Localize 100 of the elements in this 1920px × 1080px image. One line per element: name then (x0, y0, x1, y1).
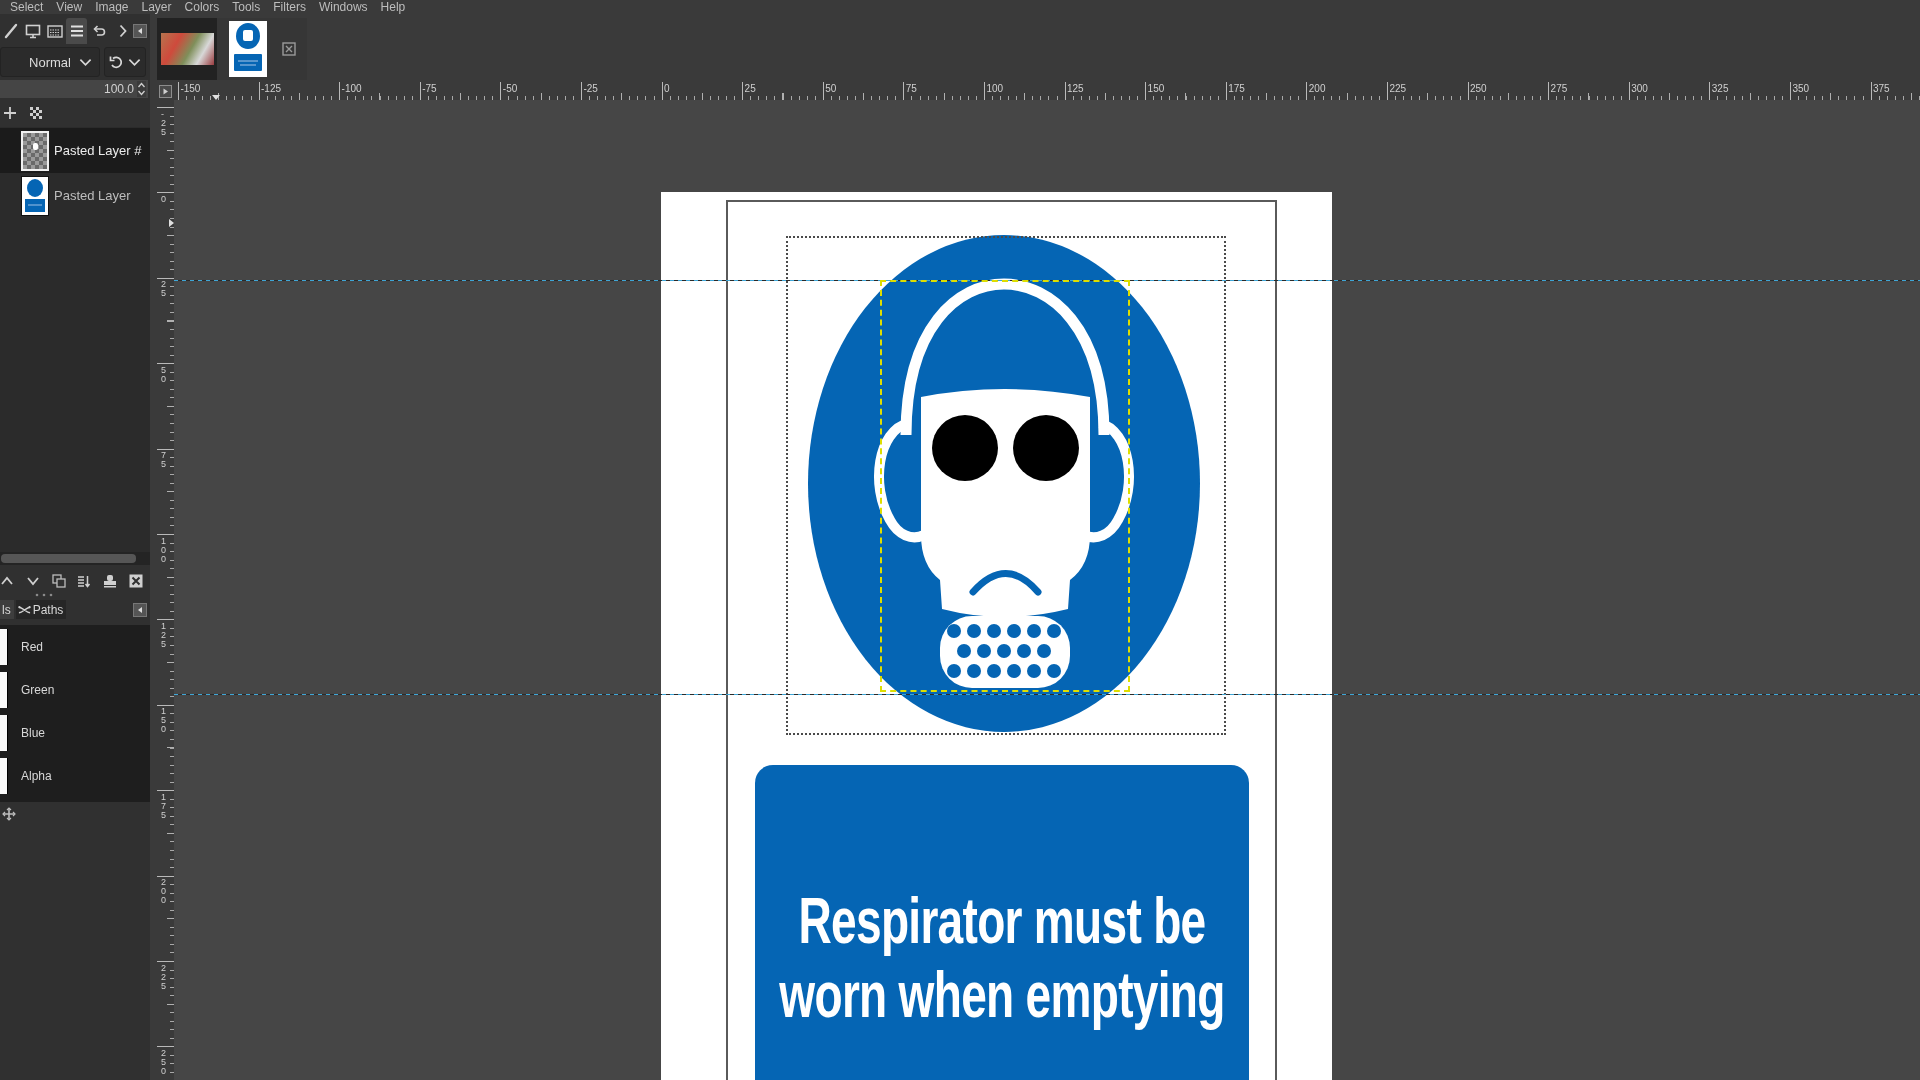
menu-item[interactable]: View (56, 0, 83, 14)
move-cross-icon[interactable] (2, 807, 16, 821)
ruler-label: 25 (161, 280, 167, 299)
channel-thumbnail (0, 757, 8, 794)
grip-handle-icon[interactable] (34, 593, 54, 597)
channel-name: Blue (21, 725, 46, 740)
ruler-label: 250 (1470, 83, 1487, 94)
ruler-label: 300 (1631, 83, 1648, 94)
layer-row[interactable]: Pasted Layer # (0, 128, 150, 173)
ruler-label: 50 (161, 365, 167, 384)
ruler-label: 325 (1711, 83, 1729, 94)
channel-thumbnail (0, 628, 8, 665)
dock-tab[interactable]: Paths (15, 600, 67, 619)
sign-text: Respirator must be worn when emptying (778, 884, 1226, 1032)
channel-row[interactable]: Red (0, 625, 150, 668)
layer-row[interactable]: Pasted Layer (0, 173, 150, 218)
merge-down-icon[interactable] (77, 573, 92, 588)
ruler-label: -100 (341, 83, 362, 94)
ruler-label: -50 (502, 83, 518, 94)
brush-icon (2, 23, 19, 39)
ruler-label: 175 (1228, 83, 1245, 94)
ruler-label: 200 (161, 878, 167, 906)
paths-icon (17, 604, 31, 615)
image-tab[interactable] (217, 18, 307, 80)
menu-item[interactable]: Filters (273, 0, 306, 14)
channel-thumbnail (0, 671, 8, 708)
ruler-label: 0 (161, 195, 167, 204)
chevron-down-icon (128, 57, 141, 67)
ruler-label: 175 (161, 792, 167, 820)
dock-tab[interactable]: ls (0, 600, 14, 619)
composite-mode-dropdown[interactable] (104, 47, 146, 77)
layer-thumbnail (21, 175, 49, 216)
ruler-label: -25 (583, 83, 598, 94)
layers-icon (68, 23, 85, 39)
channel-row[interactable]: Alpha (0, 754, 150, 797)
horizontal-scrollbar[interactable] (0, 552, 150, 565)
ruler-label: 100 (986, 83, 1004, 94)
channel-name: Red (21, 639, 43, 654)
channel-thumbnail (0, 714, 8, 751)
ruler-label: 350 (1792, 83, 1810, 94)
menu-item[interactable]: Layer (141, 0, 172, 14)
close-icon[interactable] (282, 42, 296, 56)
ruler-label: -125 (261, 83, 281, 94)
menu-item[interactable]: Image (95, 0, 129, 14)
menu-item[interactable]: Windows (318, 0, 368, 14)
ruler-label: 275 (1550, 83, 1568, 94)
ruler-label: 25 (744, 83, 756, 94)
ruler-label: 0 (664, 83, 670, 94)
ruler-label: 75 (161, 451, 167, 470)
spin-arrows-icon (137, 81, 146, 97)
channel-row[interactable]: Green (0, 668, 150, 711)
pointer-marker-icon (169, 219, 174, 227)
ruler-label: 150 (1147, 83, 1165, 94)
ruler-label: 75 (905, 83, 917, 94)
layer-thumbnail (21, 130, 49, 171)
channel-name: Alpha (21, 768, 52, 783)
guide-line[interactable] (174, 694, 1920, 695)
duplicate-icon[interactable] (51, 573, 66, 588)
layer-name: Pasted Layer (54, 188, 131, 203)
ruler-label: -25 (161, 109, 167, 137)
dock-menu-icon[interactable] (133, 24, 147, 38)
ruler-label: 125 (1067, 83, 1084, 94)
scrollbar-thumb[interactable] (1, 554, 136, 563)
delete-icon[interactable] (129, 573, 143, 588)
chevron-down-icon (79, 57, 92, 67)
ruler-label: 100 (161, 536, 167, 564)
opacity-field[interactable]: 100.0 (0, 80, 148, 98)
ruler-label: 375 (1873, 83, 1890, 94)
mode-dropdown[interactable]: Normal (0, 47, 100, 77)
dock-menu-icon[interactable] (133, 602, 147, 617)
stamp-icon[interactable] (103, 573, 118, 588)
menu-item[interactable]: Help (380, 0, 406, 14)
ruler-label: 125 (161, 622, 167, 649)
ruler-label: -75 (422, 83, 437, 94)
ruler-label: 225 (161, 963, 167, 991)
image-tab[interactable] (157, 18, 217, 80)
menu-item[interactable]: Select (10, 0, 44, 14)
layer-name: Pasted Layer # (54, 143, 142, 158)
ruler-label: -150 (180, 83, 201, 94)
checkerboard-icon[interactable] (29, 106, 43, 120)
menu-item[interactable]: Tools (232, 0, 261, 14)
menu-item[interactable]: Colors (184, 0, 220, 14)
move-cross-icon[interactable] (3, 106, 17, 120)
image-grid-icon (46, 23, 63, 39)
dock-tab[interactable] (66, 18, 87, 44)
monitor-icon (24, 23, 41, 39)
ruler-menu-icon[interactable] (157, 82, 174, 100)
sign-thumbnail (229, 21, 267, 77)
ruler-label: 150 (161, 707, 167, 735)
photo-placeholder (160, 33, 214, 65)
ruler-label: 200 (1308, 83, 1326, 94)
ruler-label: 250 (161, 1049, 167, 1076)
ruler-label: 50 (825, 83, 837, 94)
pointer-marker-icon (212, 95, 220, 100)
chevron-right-icon[interactable] (119, 24, 127, 38)
channel-name: Green (21, 682, 55, 697)
ruler-label: 225 (1389, 83, 1407, 94)
guide-line[interactable] (174, 280, 1920, 281)
channel-row[interactable]: Blue (0, 711, 150, 754)
rotate-arrow-icon (109, 55, 123, 69)
